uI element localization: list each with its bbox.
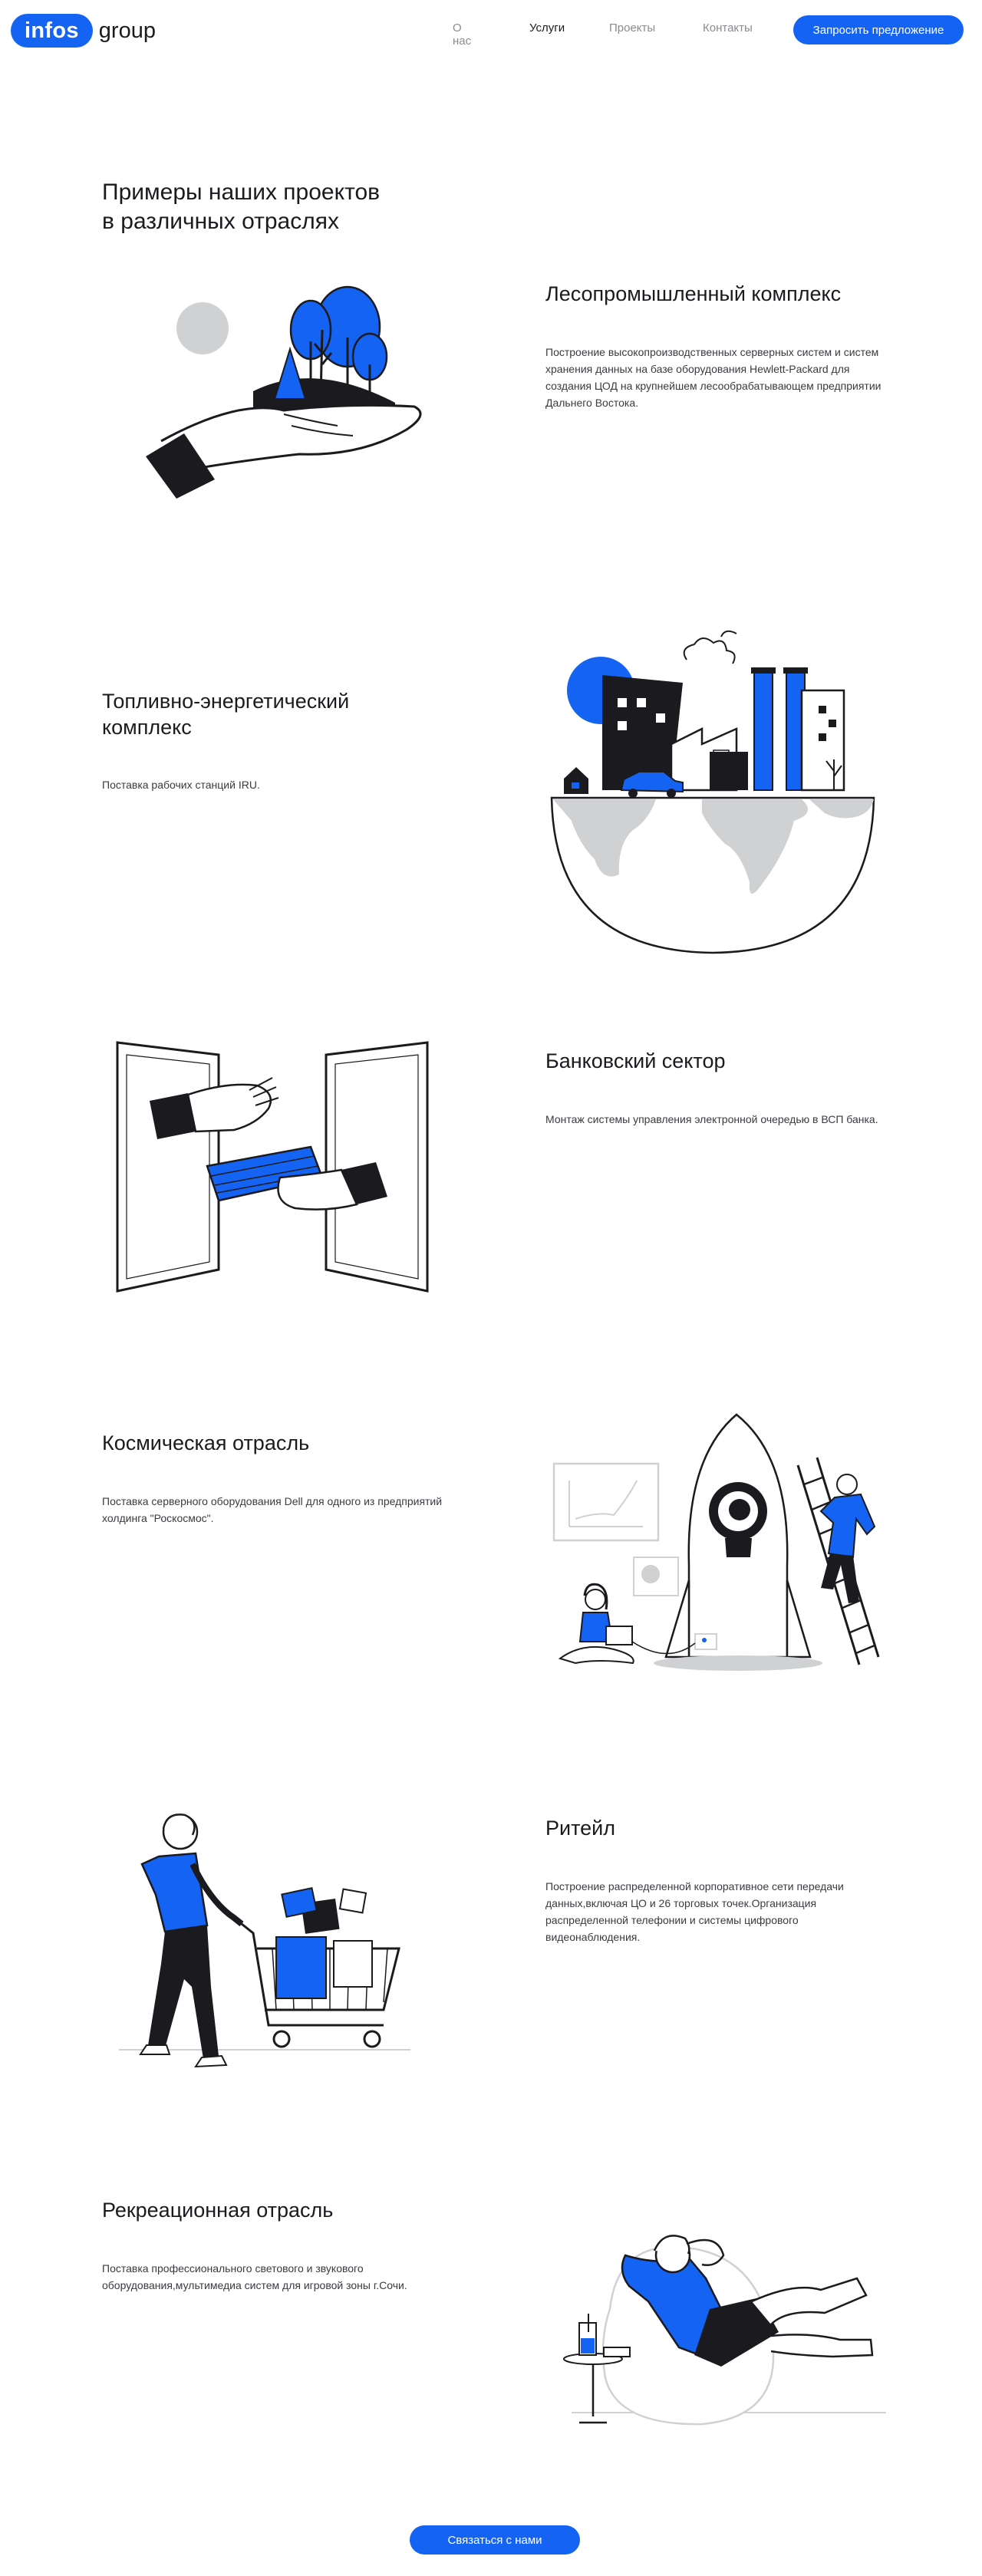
- contact-us-button[interactable]: Связаться с нами: [410, 2525, 580, 2555]
- section-title-recreation: Рекреационная отрасль: [102, 2199, 334, 2222]
- man-body: [819, 1493, 876, 1559]
- factory-block: [710, 752, 748, 790]
- smoke-icon: [683, 637, 736, 664]
- relax-illustration: [563, 2235, 886, 2426]
- left-phone: [116, 1041, 220, 1293]
- nav-contacts[interactable]: Контакты: [703, 21, 753, 35]
- request-offer-button[interactable]: Запросить предложение: [793, 15, 964, 44]
- money-transfer-illustration: [116, 1041, 429, 1293]
- section-desc-space: Поставка серверного оборудования Dell дл…: [102, 1495, 443, 1524]
- rocket-shadow: [654, 1655, 822, 1671]
- book: [603, 2347, 631, 2357]
- section-title-banking: Банковский сектор: [545, 1049, 726, 1072]
- logo-word: group: [98, 18, 156, 43]
- shoe-right: [194, 2054, 228, 2068]
- logo-pill: infos: [11, 14, 93, 48]
- section-title-space: Космическая отрасль: [102, 1431, 310, 1454]
- section-title-retail: Ритейл: [545, 1817, 616, 1840]
- nav-projects[interactable]: Проекты: [609, 21, 655, 35]
- cart-wheel-2: [363, 2030, 381, 2048]
- blue-box: [275, 1936, 327, 1999]
- house-icon: [564, 767, 588, 794]
- blue-hoodie: [140, 1852, 209, 1933]
- chimney-1: [753, 670, 773, 791]
- section-desc-recreation: Поставка профессионального светового и з…: [102, 2262, 407, 2291]
- section-title-forest: Лесопромышленный комплекс: [545, 282, 842, 305]
- laptop: [605, 1626, 633, 1645]
- rocket-fin-right: [786, 1580, 812, 1659]
- white-box: [338, 1888, 367, 1914]
- nav-about[interactable]: О нас: [453, 21, 471, 48]
- shoe-left: [139, 2044, 171, 2055]
- rocket-illustration: [552, 1413, 880, 1671]
- nav-services[interactable]: Услуги: [529, 21, 565, 35]
- cart-wheel-1: [272, 2030, 291, 2048]
- woman-head: [585, 1589, 606, 1610]
- section-desc-retail: Построение распределенной корпоративное …: [545, 1880, 844, 1943]
- left-hand: [186, 1083, 272, 1133]
- section-title-energy: Топливно-энергетический комплекс: [102, 690, 350, 739]
- industry-globe-illustration: [550, 630, 875, 954]
- grey-sun-icon: [176, 302, 229, 354]
- hand-forest-illustration: [146, 285, 422, 499]
- site-header: infos group О нас Услуги Проекты Контакт…: [0, 0, 982, 61]
- man-head: [836, 1474, 858, 1495]
- person-legs: [148, 1925, 219, 2059]
- section-desc-banking: Монтаж системы управления электронной оч…: [545, 1113, 878, 1125]
- section-desc-forest: Построение высокопроизводственных сервер…: [545, 346, 881, 409]
- fir-tree: [273, 346, 307, 400]
- logo[interactable]: infos group: [11, 14, 156, 48]
- page-title: Примеры наших проектов в различных отрас…: [102, 180, 381, 234]
- shopping-cart-illustration: [119, 1813, 410, 2068]
- woman-legs: [558, 1645, 634, 1665]
- section-desc-energy: Поставка рабочих станций IRU.: [102, 779, 260, 791]
